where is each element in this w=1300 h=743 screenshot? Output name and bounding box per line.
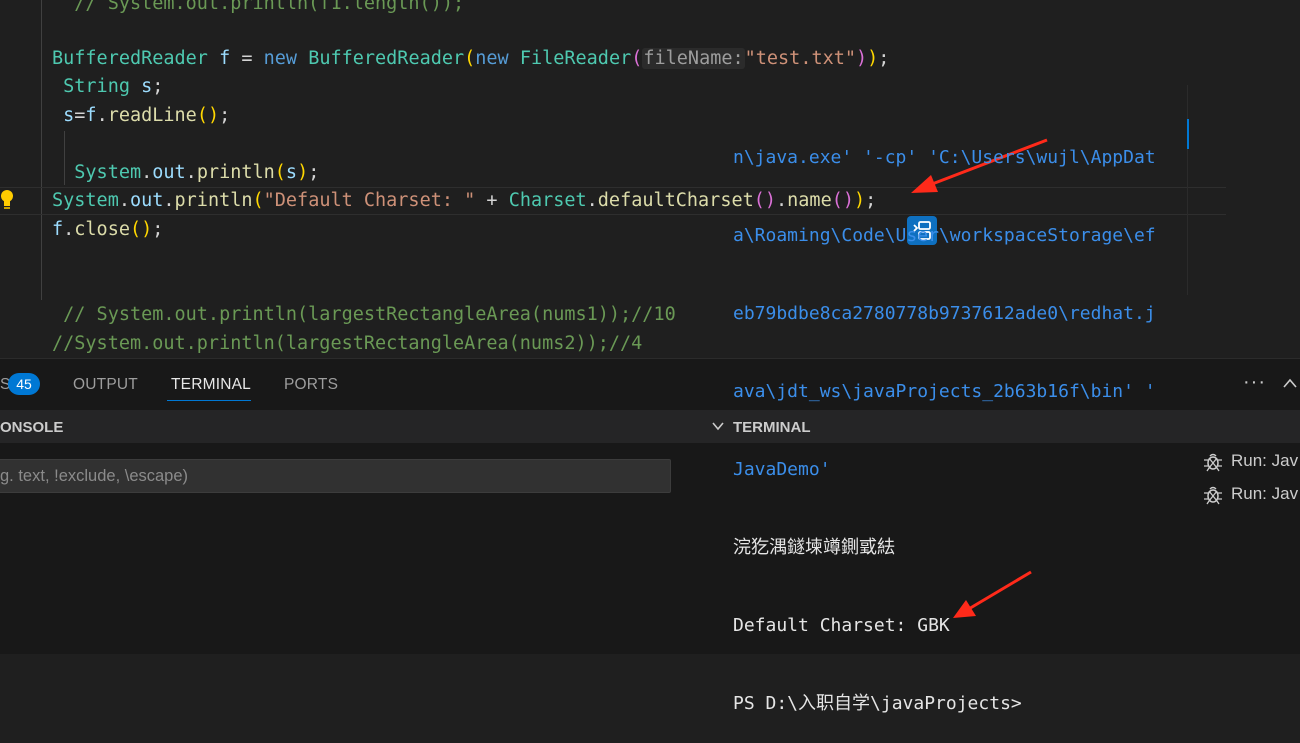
terminal-prompt-line: PS D:\入职自学\javaProjects> [733,693,1022,714]
debug-console-title: ONSOLE [0,419,64,436]
code-line[interactable]: String s; [52,73,163,101]
terminal-line: ava\jdt_ws\javaProjects_2b63b16f\bin' ' [733,381,1156,402]
code-token: readLine [107,105,197,126]
terminal-list-divider [1187,85,1188,295]
debug-bug-icon [1204,486,1222,505]
code-token: //System.out.println(largestRectangleAre… [52,333,643,354]
code-token: System [74,162,142,183]
chevron-up-icon[interactable] [1282,377,1298,389]
code-token: defaultCharset [597,190,754,211]
terminal-line: JavaDemo' [733,459,831,480]
code-line[interactable]: //System.out.println(largestRectangleAre… [52,330,642,358]
code-token: String [63,76,130,97]
code-token: close [74,219,130,240]
code-token: // System.out.println(f1.length()); [52,0,465,14]
tab-terminal[interactable]: TERMINAL [171,376,251,394]
code-token: s [285,162,298,183]
code-token: BufferedReader [308,48,465,69]
code-token: f [219,48,231,69]
code-token: Charset [508,190,587,211]
code-token: = [230,48,264,69]
code-token: = [74,105,86,126]
code-token: ; [152,76,164,97]
active-terminal-indicator [1187,119,1189,149]
active-tab-indicator [167,400,251,401]
debug-console-header[interactable]: ONSOLE [0,410,703,443]
code-token: println [174,190,253,211]
code-line[interactable]: s=f.readLine(); [52,102,230,130]
tab-output[interactable]: OUTPUT [73,376,138,394]
parameter-hint: fileName: [642,48,745,69]
code-token: . [163,190,175,211]
debug-bug-icon [1204,453,1222,472]
tab-ports[interactable]: PORTS [284,376,338,394]
code-token: System [52,190,119,211]
code-token: ( [274,162,286,183]
code-token: new [475,48,509,69]
code-line[interactable]: System.out.println(s); [52,159,319,187]
code-token: . [185,162,197,183]
code-token: s [141,76,153,97]
code-token: . [141,162,153,183]
code-token: out [129,190,164,211]
code-token: println [196,162,275,183]
annotation-arrow-icon [953,570,1032,618]
code-token: // System.out.println(largestRectangleAr… [52,304,676,325]
code-token: . [586,190,598,211]
lightbulb-icon[interactable] [0,188,14,210]
code-token: ( [252,190,264,211]
more-actions-icon[interactable]: ··· [1243,371,1266,394]
code-token: "test.txt" [744,48,857,69]
code-token: ) [297,162,309,183]
chevron-down-icon[interactable] [711,421,725,431]
code-token: ) [867,48,879,69]
code-token: s [63,105,75,126]
code-token: ( [631,48,643,69]
terminal-line: 浣犵湡鐩堜竴鍘戜紶 [733,537,895,558]
code-token: ; [878,48,890,69]
problems-count-badge: 45 [8,373,40,395]
terminal-line: n\java.exe' '-cp' 'C:\Users\wujl\AppDat [733,147,1156,168]
code-token: () [196,105,220,126]
code-token: . [96,105,108,126]
code-token: ; [152,219,164,240]
code-token: "Default Charset: " [263,190,476,211]
code-token: . [118,190,130,211]
code-token: () [129,219,153,240]
code-line[interactable]: // System.out.println(f1.length()); [52,0,464,18]
terminal-line: eb79bdbe8ca2780778b9737612ade0\redhat.j [733,303,1156,324]
code-line[interactable]: // System.out.println(largestRectangleAr… [52,301,676,329]
terminal-output[interactable]: n\java.exe' '-cp' 'C:\Users\wujl\AppDat … [733,93,1173,743]
code-token: BufferedReader [52,48,208,69]
code-line[interactable]: f.close(); [52,216,163,244]
code-token: ; [219,105,231,126]
code-token: ( [464,48,476,69]
terminal-instance-label: Run: Jav [1231,451,1299,470]
code-token: + [475,190,509,211]
indent-guide [41,0,42,300]
code-token: new [263,48,298,69]
code-token: ) [856,48,868,69]
terminal-line: a\Roaming\Code\User\workspaceStorage\ef [733,225,1156,246]
code-token: out [152,162,186,183]
code-token: f [52,219,64,240]
terminal-instance-label: Run: Jav [1231,484,1299,503]
code-line[interactable]: BufferedReader f = new BufferedReader(ne… [52,45,889,73]
code-token: FileReader [519,48,632,69]
debug-console-filter-input[interactable] [0,459,671,493]
code-token: . [63,219,75,240]
code-token: f [85,105,97,126]
code-token: ; [308,162,320,183]
